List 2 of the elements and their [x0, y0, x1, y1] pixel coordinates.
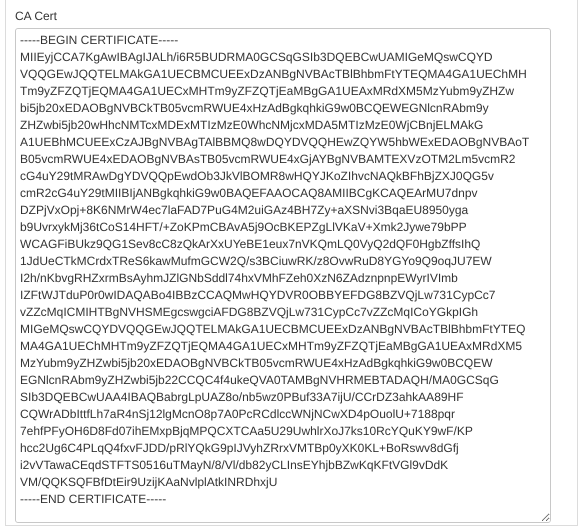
field-label: CA Cert: [15, 8, 58, 24]
certificate-field[interactable]: -----BEGIN CERTIFICATE----- MIIEyjCCA7KgAwIBAgIJALh/i6R5BUDRMA0GCSqGSIb3DQEBCwUAMIGeMQswCQYD VQQGEwJQQTELMAkGA1UECBMCUEExDzANBgNVBAcTBlBhbmFtYTEQMA4GA1UEChMH Tm9yZFZQTjEQMA4GA1UECxMHTm9yZFZQTjEaMBgGA1UEAxMRdXM5MzYubm9yZHZw bi5jb20xEDAOBgNVBCkTB05vcmRWUE4xHzAdBgkqhkiG9w0BCQEWEGNlcnRAbm9y ZHZwbi5jb20wHhcNMTcxMDExMTIzMzE0WhcNMjcxMDA5MTIzMzE0WjCBnjELMAkG A1UEBhMCUEExCzAJBgNVBAgTAlBBMQ8wDQYDVQQHEwZQYW5hbWExEDAOBgNVBAoT B05vcmRWUE4xEDAOBgNVBAsTB05vcmRWUE4xGjAYBgNVBAMTEXVzOTM2Lm5vcmR2 cG4uY29tMRAwDgYDVQQpEwdOb3JkVlBOMR8wHQYJKoZIhvcNAQkBFhBjZXJ0QG5v cmR2cG4uY29tMIIBIjANBgkqhkiG9w0BAQEFAAOCAQ8AMIIBCgKCAQEArMU7dnpv DZPjVxOpj+8K6NMrW4ec7laFAD7PuG4M2uiGAz4BH7Zy+aXSNvi3BqaEU8950yga b9UvrxykMj36tCoS14HFT/+ZoKPmCBAvA5j9OcBKEPZgLlVKaV+Xmk2Jywe79bPP WCAGFiBUkz9QG1Sev8cC8zQkArXxUYeBE1eux7nVKQmLQ0VyQ2dQF0HgbZffsIhQ 1JdUeCTkMCrdxTReS6kawMufmGCW2Q/s3BCiuwRK/z8OvwRuD8YGYo9Q9oqJU7EW I2h/nKbvgRHZxrmBsAyhmJZlGNbSddl74hxVMhFZeh0XzN6ZAdznpnpEWyrIVImb IZFtWJTduP0r0wIDAQABo4IBBzCCAQMwHQYDVR0OBBYEFDG8BZVQjLw731CypCc7 vZZcMqICMIHTBgNVHSMEgcswgciAFDG8BZVQjLw731CypCc7vZZcMqICoYGkpIGh MIGeMQswCQYDVQQGEwJQQTELMAkGA1UECBMCUEExDzANBgNVBAcTBlBhbmFtYTEQ MA4GA1UEChMHTm9yZFZQTjEQMA4GA1UECxMHTm9yZFZQTjEaMBgGA1UEAxMRdXM5 MzYubm9yZHZwbi5jb20xEDAOBgNVBCkTB05vcmRWUE4xHzAdBgkqhkiG9w0BCQEW EGNlcnRAbm9yZHZwbi5jb22CCQC4f4ukeQVA0TAMBgNVHRMEBTADAQH/MA0GCSqG SIb3DQEBCwUAA4IBAQBabrgLpUAZ8o/nb5wz0PBuf33A7ijU/CCrDZ3ahkAA89HF CQWrADbIttfLh7aR4nSj12lgMcnO8p7A0PcRCdlccWNjNCwXD4pOuolU+7188pqr 7ehfPFyOH6D8Fd07ihEMxpBjqMPQCXTCAa5U29UwhlrXoJ7ks10RcYQuKY9wF/KP hcc2Ug6C4PLqQ4fxvFJDD/pRlYQkG9pIJVyhZRrxVMTBp0yXK0KL+BoRswv8dGfj i2vVTawaCEqdSTFTS0516uTMayN/8/Vl/db82yCLInsEYhjbBZwKqKFtVGl9vDdK VM/QQKSQFBfDtEir9UzijKAaNvlplAtkINRDhxjU -----END CERTIFICATE-----: [15, 28, 551, 523]
